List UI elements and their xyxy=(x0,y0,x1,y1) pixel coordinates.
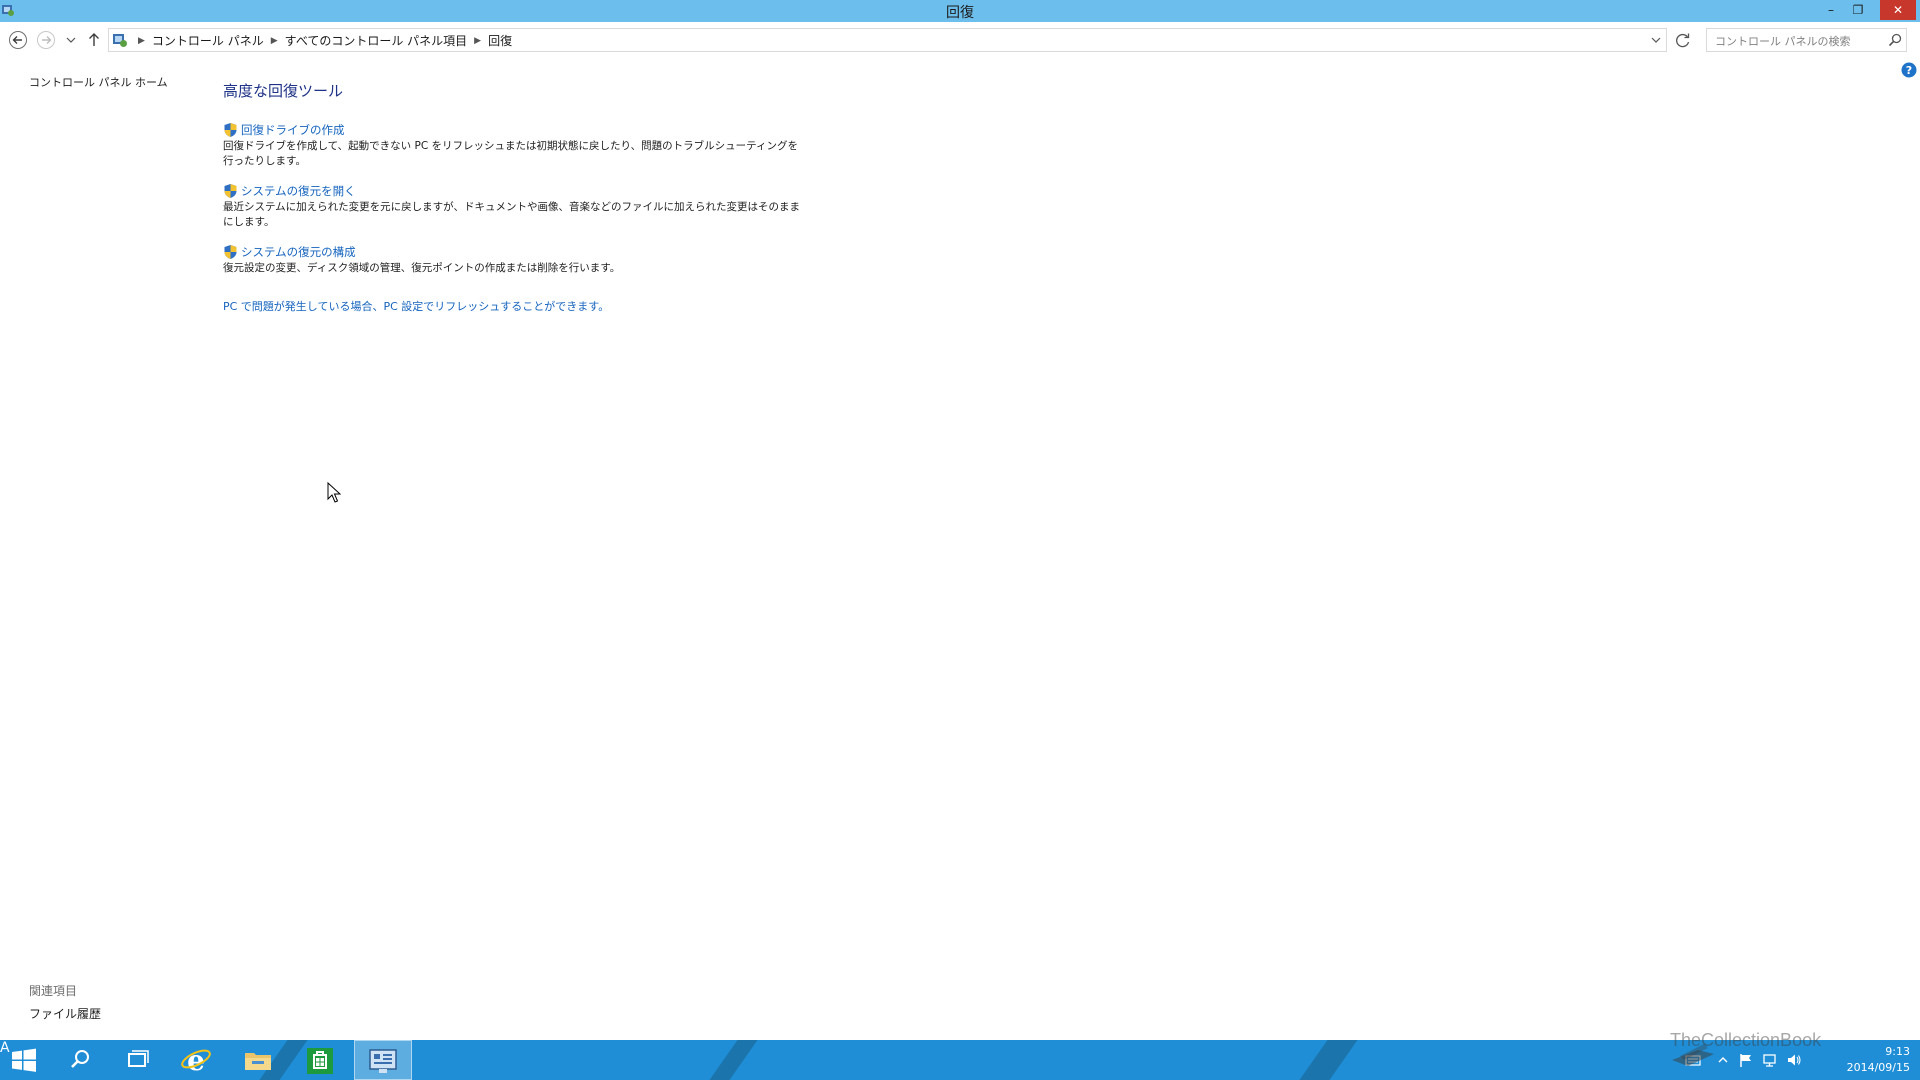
internet-explorer-icon: e xyxy=(181,1044,211,1077)
navigation-bar: ▶ コントロール パネル ▶ すべてのコントロール パネル項目 ▶ 回復 コント… xyxy=(0,22,1920,58)
breadcrumb: ▶ コントロール パネル ▶ すべてのコントロール パネル項目 ▶ 回復 xyxy=(131,32,512,49)
title-bar: 回復 – ❐ ✕ xyxy=(0,0,1920,22)
clock-date: 2014/09/15 xyxy=(1846,1061,1910,1074)
task-view-icon xyxy=(128,1050,149,1067)
item-description: 回復ドライブを作成して、起動できない PC をリフレッシュまたは初期状態に戻した… xyxy=(223,140,798,167)
svg-text:?: ? xyxy=(1906,64,1912,77)
list-item: システムの復元の構成 復元設定の変更、ディスク領域の管理、復元ポイントの作成また… xyxy=(223,244,803,276)
uac-shield-icon xyxy=(224,123,237,137)
maximize-button[interactable]: ❐ xyxy=(1845,0,1871,20)
control-panel-icon xyxy=(113,34,127,47)
volume-icon[interactable] xyxy=(1786,1052,1802,1068)
network-icon[interactable] xyxy=(1762,1052,1778,1068)
control-panel-icon xyxy=(369,1049,397,1073)
item-description: 最近システムに加えられた変更を元に戻しますが、ドキュメントや画像、音楽などのファ… xyxy=(223,201,800,228)
file-explorer-button[interactable] xyxy=(234,1040,282,1080)
taskbar: e A 9:13 2014/09/15 xyxy=(0,1040,1920,1080)
chevron-right-icon[interactable]: ▶ xyxy=(138,36,145,46)
address-bar[interactable]: ▶ コントロール パネル ▶ すべてのコントロール パネル項目 ▶ 回復 xyxy=(108,28,1667,52)
control-panel-home-link[interactable]: コントロール パネル ホーム xyxy=(29,74,168,90)
clock-time: 9:13 xyxy=(1885,1045,1910,1058)
search-icon[interactable] xyxy=(1887,32,1903,48)
search-button[interactable] xyxy=(56,1040,104,1080)
chevron-right-icon[interactable]: ▶ xyxy=(474,36,481,46)
page-title: 高度な回復ツール xyxy=(223,82,344,100)
list-item: システムの復元を開く 最近システムに加えられた変更を元に戻しますが、ドキュメント… xyxy=(223,183,803,230)
file-history-link[interactable]: ファイル履歴 xyxy=(29,1005,101,1022)
search-icon xyxy=(71,1050,89,1068)
create-recovery-drive-link[interactable]: 回復ドライブの作成 xyxy=(223,122,803,138)
open-system-restore-link[interactable]: システムの復元を開く xyxy=(223,183,803,199)
breadcrumb-item-recovery[interactable]: 回復 xyxy=(488,32,512,49)
chevron-down-icon[interactable] xyxy=(1649,31,1663,49)
configure-system-restore-label[interactable]: システムの復元の構成 xyxy=(241,244,356,260)
create-recovery-drive-label[interactable]: 回復ドライブの作成 xyxy=(241,122,345,138)
search-placeholder: コントロール パネルの検索 xyxy=(1715,35,1851,48)
start-button[interactable] xyxy=(0,1040,48,1080)
open-system-restore-label[interactable]: システムの復元を開く xyxy=(241,183,356,199)
search-input[interactable]: コントロール パネルの検索 xyxy=(1706,28,1907,52)
system-clock[interactable]: 9:13 2014/09/15 xyxy=(1830,1044,1910,1076)
pc-settings-refresh-link[interactable]: PC で問題が発生している場合、PC 設定でリフレッシュすることができます。 xyxy=(223,298,609,314)
breadcrumb-item-control-panel[interactable]: コントロール パネル xyxy=(152,32,264,49)
chevron-right-icon[interactable]: ▶ xyxy=(271,36,278,46)
window-title: 回復 xyxy=(946,5,974,21)
minimize-button[interactable]: – xyxy=(1818,0,1844,20)
item-description: 復元設定の変更、ディスク領域の管理、復元ポイントの作成または削除を行います。 xyxy=(223,262,621,274)
uac-shield-icon xyxy=(224,184,237,198)
help-icon[interactable]: ? xyxy=(1901,62,1917,78)
up-arrow-icon[interactable] xyxy=(84,30,104,50)
forward-arrow-icon[interactable] xyxy=(36,30,56,50)
uac-shield-icon xyxy=(224,245,237,259)
folder-icon xyxy=(245,1053,271,1070)
breadcrumb-item-all-items[interactable]: すべてのコントロール パネル項目 xyxy=(285,32,468,49)
related-heading: 関連項目 xyxy=(29,984,78,998)
chevron-down-icon[interactable] xyxy=(64,30,78,50)
action-center-flag-icon[interactable] xyxy=(1738,1052,1754,1068)
mouse-cursor-icon xyxy=(327,482,341,503)
configure-system-restore-link[interactable]: システムの復元の構成 xyxy=(223,244,803,260)
internet-explorer-button[interactable]: e xyxy=(172,1040,220,1080)
store-button[interactable] xyxy=(296,1040,344,1080)
list-item: 回復ドライブの作成 回復ドライブを作成して、起動できない PC をリフレッシュま… xyxy=(223,122,803,169)
back-arrow-icon[interactable] xyxy=(8,30,28,50)
control-panel-taskbar-button[interactable] xyxy=(354,1040,412,1080)
windows-logo-icon xyxy=(12,1048,36,1072)
refresh-icon[interactable] xyxy=(1672,29,1694,51)
store-icon xyxy=(307,1048,333,1074)
close-button[interactable]: ✕ xyxy=(1880,0,1916,20)
watermark-text: TheCollectionBook xyxy=(1670,1030,1822,1050)
task-view-button[interactable] xyxy=(113,1040,161,1080)
svg-text:e: e xyxy=(187,1044,205,1077)
